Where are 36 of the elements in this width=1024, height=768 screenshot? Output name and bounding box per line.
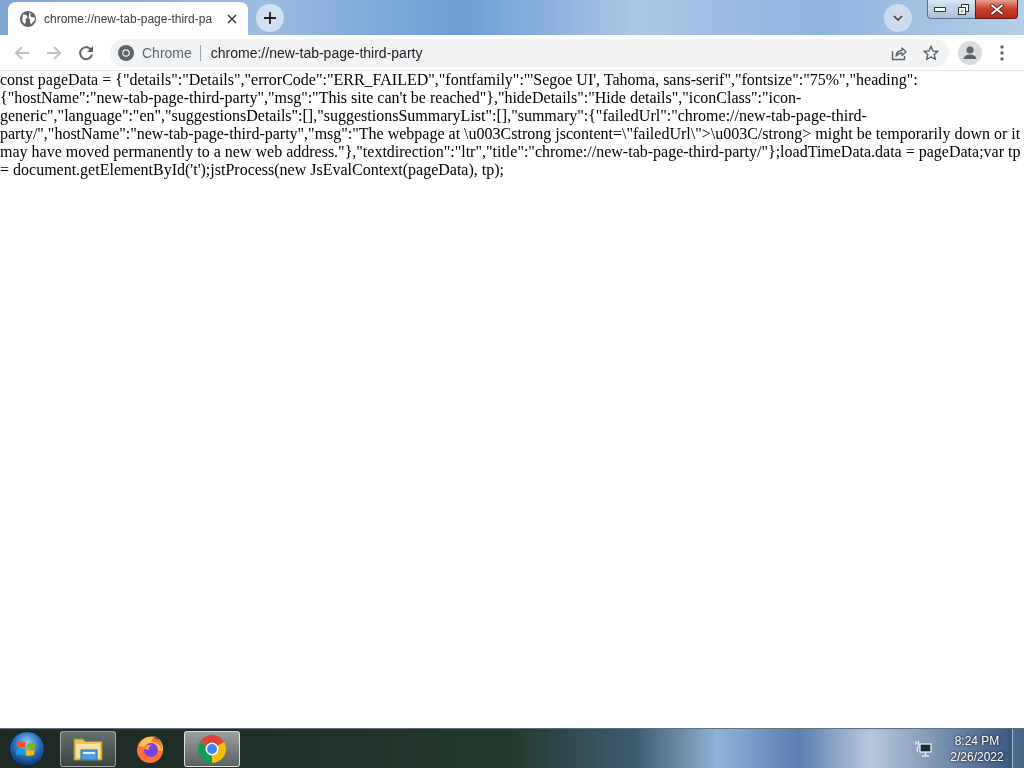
restore-icon xyxy=(957,3,969,15)
show-desktop-button[interactable] xyxy=(1012,729,1024,768)
address-bar[interactable]: Chrome chrome://new-tab-page-third-party xyxy=(110,38,949,67)
plus-icon xyxy=(264,11,276,24)
forward-arrow-icon xyxy=(46,44,62,61)
close-icon xyxy=(989,3,1004,15)
kebab-menu-icon xyxy=(1000,44,1004,61)
browser-logo-icon xyxy=(198,734,226,763)
close-window-button[interactable] xyxy=(975,0,1018,19)
back-arrow-icon xyxy=(14,44,30,61)
close-icon xyxy=(227,13,237,24)
browser-tab[interactable]: chrome://new-tab-page-third-pa xyxy=(8,2,248,35)
avatar-icon xyxy=(958,40,982,65)
minimize-button[interactable] xyxy=(927,0,951,19)
site-chip-label: Chrome xyxy=(142,44,192,61)
tab-list-button[interactable] xyxy=(884,3,912,32)
star-icon xyxy=(923,44,939,61)
url-text: chrome://new-tab-page-third-party xyxy=(210,44,423,61)
minimize-icon xyxy=(933,6,946,12)
folder-icon xyxy=(73,735,103,762)
browser-logo-icon xyxy=(118,44,134,61)
clock-time: 8:24 PM xyxy=(954,732,1000,749)
globe-icon xyxy=(20,10,36,27)
network-icon[interactable] xyxy=(914,739,932,758)
fox-logo-icon xyxy=(135,733,165,764)
chevron-down-icon xyxy=(893,14,903,21)
tab-title: chrome://new-tab-page-third-pa xyxy=(44,11,214,26)
page-source-text: const pageData = {"details":"Details","errorCode":"ERR_FAILED","fontfamily":"'Segoe UI', Tahoma, sans-serif","fontsize":"75%","heading":{"hostName":"new-tab-page-third-party","msg":"This site can't be reached"},"hideDetails":"Hide details","iconClass":"icon-generic","language":"en","suggestionsDetails":[],"suggestionsSummaryList":[],"summary":{"failedUrl":"chrome://new-tab-page-third-party/","hostName":"new-tab-page-third-party","msg":"The webpage at \u003Cstrong jscontent=\"failedUrl\">\u003C/strong> might be temporarily down or it may have moved permanently to a new web address."},"textdirection":"ltr","title":"chrome://new-tab-page-third-party/"};loadTimeData.data = pageData;var tp = document.getElementById('t');jstProcess(new JsEvalContext(pageData), tp); xyxy=(0,71,1022,179)
new-tab-button[interactable] xyxy=(256,3,284,32)
start-orb-icon xyxy=(9,730,45,767)
folder-taskbar-button[interactable] xyxy=(60,730,116,767)
restore-button[interactable] xyxy=(951,0,975,19)
browser-logo-taskbar-button[interactable] xyxy=(184,730,240,767)
start-button[interactable] xyxy=(9,730,45,767)
clock-date: 2/26/2022 xyxy=(950,748,1004,765)
reload-icon xyxy=(78,44,94,61)
